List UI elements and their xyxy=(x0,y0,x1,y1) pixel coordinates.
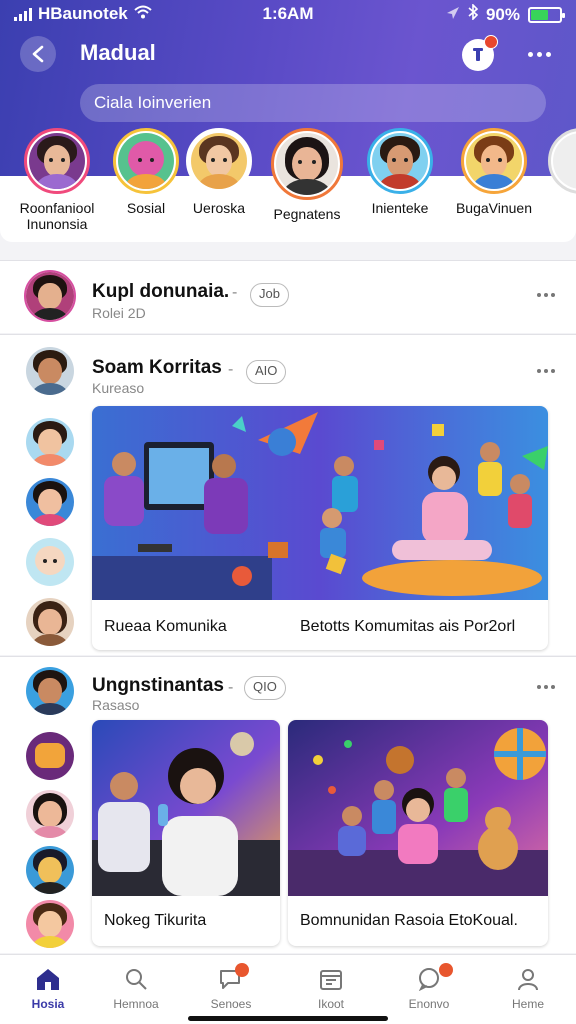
post-tag-chip[interactable]: Job xyxy=(250,283,289,307)
card-caption: Bomnunidan Rasoia EtoKoual. xyxy=(300,912,518,929)
notification-badge xyxy=(484,35,498,49)
story-avatar xyxy=(191,133,247,189)
separator: - xyxy=(232,284,238,301)
member-avatar[interactable] xyxy=(26,790,74,838)
nav-item-profile[interactable]: Heme xyxy=(480,965,576,1011)
card-caption: Betotts Komumitas ais Por2orl xyxy=(300,618,516,635)
back-button[interactable] xyxy=(20,36,56,72)
post-header: Soam Korritas Kureaso - AIO xyxy=(0,335,576,397)
member-avatar[interactable] xyxy=(26,598,74,646)
nav-badge xyxy=(235,963,249,977)
nav-label: Hosia xyxy=(31,997,65,1011)
post-image xyxy=(288,720,548,896)
member-avatar[interactable] xyxy=(26,478,74,526)
post-tag-chip[interactable]: AIO xyxy=(246,360,287,384)
nav-label: Enonvo xyxy=(408,997,450,1011)
story-avatar xyxy=(372,133,428,189)
nav-item-home[interactable]: Hosia xyxy=(0,965,96,1011)
nav-item-messages[interactable]: Enonvo xyxy=(381,963,477,1011)
post-author-name[interactable]: Kupl donunaia. xyxy=(92,281,229,303)
nav-label: Ikoot xyxy=(317,997,344,1011)
story-item-partial[interactable] xyxy=(548,128,576,194)
search-input[interactable]: Ciala Ioinverien xyxy=(80,84,546,122)
post-more-button[interactable] xyxy=(537,369,555,373)
story-label-second-line: Inunonsia xyxy=(26,216,88,232)
notification-button[interactable] xyxy=(462,35,498,71)
battery-icon xyxy=(528,6,565,23)
post-card[interactable]: Rueaa Komunika Betotts Komumitas ais Por… xyxy=(92,406,548,650)
separator: - xyxy=(228,679,234,696)
separator: - xyxy=(228,361,234,378)
profile-icon xyxy=(518,969,538,991)
post-author-name[interactable]: Ungnstinantas xyxy=(92,675,224,697)
post-image xyxy=(92,720,280,896)
nav-badge xyxy=(439,963,453,977)
page-title: Madual xyxy=(80,40,156,65)
post-more-button[interactable] xyxy=(537,685,555,689)
member-avatar[interactable] xyxy=(26,538,74,586)
nav-item-calendar[interactable]: Ikoot xyxy=(283,965,379,1011)
post-tag-chip[interactable]: QIO xyxy=(244,676,286,700)
post-header: Kupl donunaia. Rolei 2D - Job xyxy=(0,261,576,333)
avatar[interactable] xyxy=(24,665,76,717)
member-avatar[interactable] xyxy=(26,900,74,948)
story-avatar xyxy=(466,133,522,189)
home-icon xyxy=(37,969,59,990)
story-avatar xyxy=(29,133,85,189)
avatar[interactable] xyxy=(24,270,76,322)
member-avatar[interactable] xyxy=(26,732,74,780)
home-indicator xyxy=(188,1016,388,1021)
message-icon xyxy=(418,968,439,991)
story-label: BugaVinuen xyxy=(455,200,533,216)
post-subtitle: Rasaso xyxy=(92,697,140,713)
story-item[interactable]: BugaVinuen xyxy=(439,128,549,216)
nav-item-chat[interactable]: Senoes xyxy=(183,963,279,1011)
post-header: Ungnstinantas Rasaso - QIO xyxy=(0,657,576,719)
location-icon xyxy=(446,5,460,25)
bottom-navigation: Hosia Hemnoa Senoes Ikoot Enonvo Heme xyxy=(0,954,576,1024)
post-card[interactable]: Bomnunidan Rasoia EtoKoual. xyxy=(288,720,548,946)
card-caption: Rueaa Komunika xyxy=(104,618,227,635)
nav-label: Hemnoa xyxy=(113,997,159,1011)
nav-label: Senoes xyxy=(210,997,252,1011)
post-author-name[interactable]: Soam Korritas xyxy=(92,357,222,379)
post-more-button[interactable] xyxy=(537,293,555,297)
post-card[interactable]: Nokeg Tikurita xyxy=(92,720,280,946)
post-subtitle: Rolei 2D xyxy=(92,305,146,321)
post-image xyxy=(92,406,548,600)
member-avatar[interactable] xyxy=(26,418,74,466)
battery-percent: 90% xyxy=(485,4,520,24)
chevron-left-icon xyxy=(32,45,44,63)
nav-label: Heme xyxy=(511,997,544,1011)
member-avatar[interactable] xyxy=(26,846,74,894)
more-options-button[interactable] xyxy=(522,46,556,62)
stories-row: Roonfaniool Inunonsia Sosial Ueroska Peg… xyxy=(0,128,576,238)
bluetooth-icon xyxy=(468,3,479,25)
calendar-icon xyxy=(320,970,342,990)
post-subtitle: Kureaso xyxy=(92,380,145,396)
story-avatar xyxy=(276,133,338,195)
bell-icon xyxy=(473,48,483,61)
search-icon xyxy=(126,969,147,990)
avatar[interactable] xyxy=(24,345,76,397)
card-caption: Nokeg Tikurita xyxy=(104,912,207,929)
status-bar: HBaunotek 1:6AM 90% xyxy=(0,0,576,28)
nav-item-search[interactable]: Hemnoa xyxy=(88,965,184,1011)
